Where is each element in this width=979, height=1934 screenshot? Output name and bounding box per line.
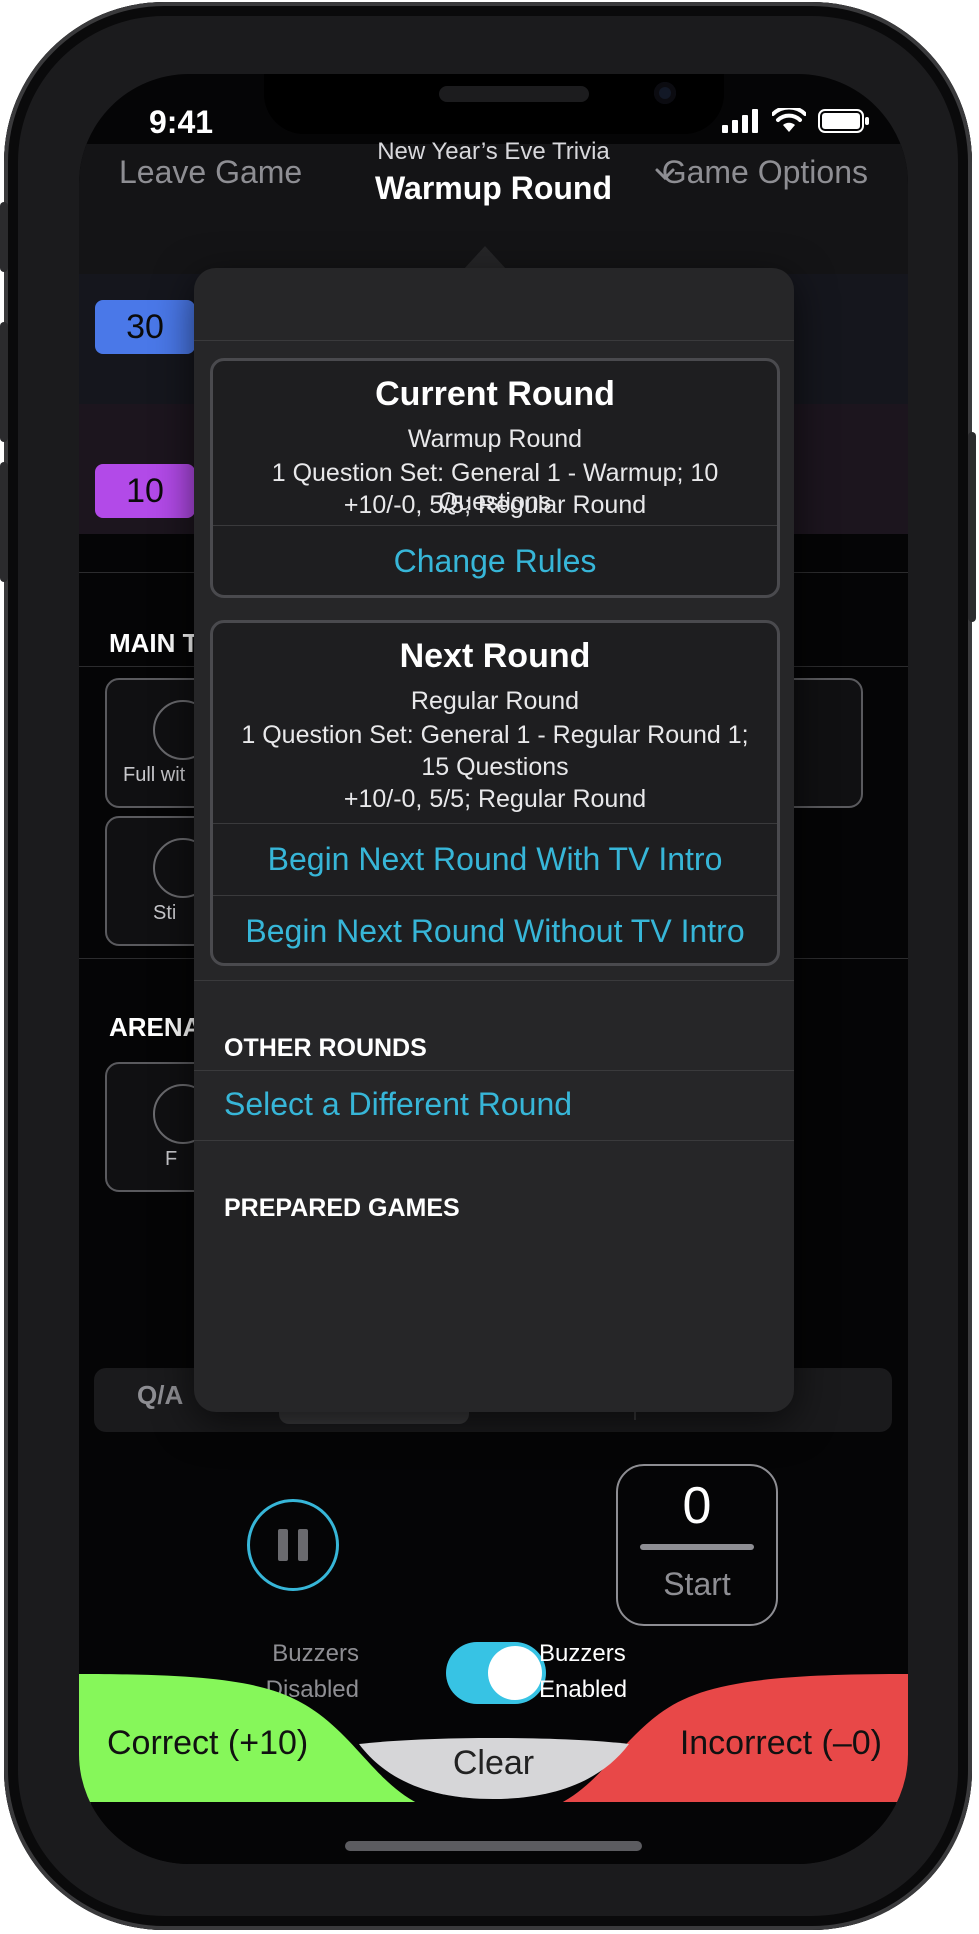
volume-up-button xyxy=(0,322,8,442)
tab-qa[interactable]: Q/A xyxy=(137,1380,183,1411)
popover-arrow xyxy=(463,246,507,270)
other-rounds-header: OTHER ROUNDS xyxy=(224,1034,427,1062)
status-icons xyxy=(722,108,870,134)
buzzers-disabled-line1: Buzzers xyxy=(272,1640,359,1667)
prepared-games-header: PREPARED GAMES xyxy=(224,1194,460,1222)
section-label-main: MAIN T xyxy=(109,628,199,658)
next-round-sets-line2: 15 Questions xyxy=(421,753,569,781)
box-divider xyxy=(213,895,777,896)
timer-button[interactable]: 0 Start xyxy=(616,1464,778,1626)
camera xyxy=(654,82,676,104)
chevron-down-icon[interactable] xyxy=(654,166,676,182)
option-label: Full wit xyxy=(123,764,186,786)
next-round-title: Next Round xyxy=(399,637,591,675)
popover-separator xyxy=(194,340,794,341)
screen: 9:41 Leave Game Game Options New Year’s … xyxy=(79,74,908,1864)
section-label-arena: ARENA xyxy=(109,1012,202,1042)
cellular-signal-icon xyxy=(722,109,758,133)
phone-frame: 9:41 Leave Game Game Options New Year’s … xyxy=(0,2,976,1930)
timer-value: 0 xyxy=(682,1477,712,1535)
box-divider xyxy=(213,823,777,824)
wifi-icon xyxy=(772,108,806,132)
round-popover: Current Round Warmup Round 1 Question Se… xyxy=(194,268,794,1412)
change-rules-button[interactable]: Change Rules xyxy=(213,543,777,580)
notch xyxy=(264,74,724,134)
begin-without-tv-intro-button[interactable]: Begin Next Round Without TV Intro xyxy=(213,913,777,950)
home-indicator[interactable] xyxy=(345,1841,642,1851)
current-round-title: Current Round xyxy=(375,375,615,413)
buzzers-enabled-line1: Buzzers xyxy=(539,1640,626,1667)
popover-separator xyxy=(194,1070,794,1071)
current-round-rules: +10/-0, 5/5; Regular Round xyxy=(343,491,647,519)
pause-icon xyxy=(278,1529,308,1561)
popover-separator xyxy=(194,1140,794,1141)
status-time: 9:41 xyxy=(149,104,214,140)
power-button xyxy=(968,432,976,622)
box-divider xyxy=(213,525,777,526)
mute-switch xyxy=(0,202,8,272)
next-round-sets-line1: 1 Question Set: General 1 - Regular Roun… xyxy=(241,721,749,749)
round-selector-title[interactable]: Warmup Round xyxy=(79,170,908,207)
clear-button[interactable]: Clear xyxy=(79,1744,908,1783)
game-name: New Year’s Eve Trivia xyxy=(377,138,610,165)
timer-start-label: Start xyxy=(663,1566,731,1602)
current-round-box: Current Round Warmup Round 1 Question Se… xyxy=(210,358,780,598)
team-score-badge: 10 xyxy=(95,464,195,518)
timer-progress xyxy=(640,1544,754,1550)
popover-separator xyxy=(194,980,794,981)
team-score-badge: 30 xyxy=(95,300,195,354)
select-different-round-link[interactable]: Select a Different Round xyxy=(224,1086,572,1123)
option-label: Sti xyxy=(153,902,177,924)
next-round-box: Next Round Regular Round 1 Question Set:… xyxy=(210,620,780,966)
volume-down-button xyxy=(0,462,8,582)
option-label: F xyxy=(165,1148,178,1170)
begin-with-tv-intro-button[interactable]: Begin Next Round With TV Intro xyxy=(213,841,777,878)
next-round-name: Regular Round xyxy=(410,687,580,715)
battery-icon xyxy=(818,109,869,133)
next-round-rules: +10/-0, 5/5; Regular Round xyxy=(343,785,647,813)
current-round-name: Warmup Round xyxy=(407,425,583,453)
speaker xyxy=(439,86,589,102)
bottom-bar xyxy=(79,1802,908,1864)
pause-button[interactable] xyxy=(247,1499,339,1591)
